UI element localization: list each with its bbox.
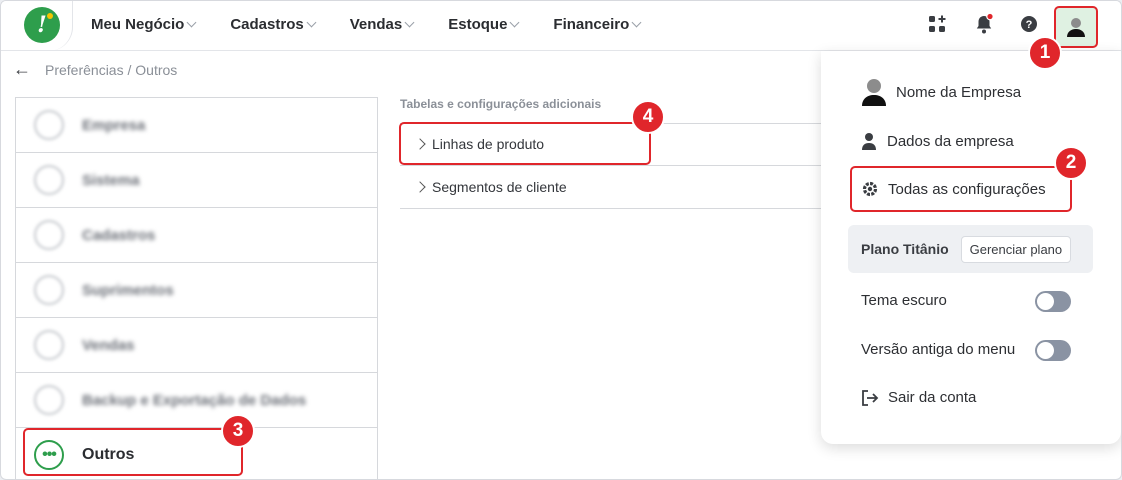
nav-label: Estoque [448, 15, 508, 33]
dark-theme-toggle[interactable] [1035, 291, 1071, 312]
menu-logout[interactable]: Sair da conta [861, 389, 976, 406]
company-avatar-icon [862, 79, 886, 106]
user-avatar-icon [1067, 18, 1085, 37]
nav-label: Cadastros [230, 15, 304, 33]
user-avatar-button[interactable] [1054, 6, 1098, 48]
step-badge: 3 [221, 414, 255, 448]
dark-theme-label: Tema escuro [861, 292, 947, 309]
sidebar-item-vendas[interactable]: Vendas [16, 318, 377, 373]
menu-label: Versão antiga do menu [861, 341, 1016, 358]
nav-vendas[interactable]: Vendas [349, 15, 415, 33]
sidebar-item-cadastros[interactable]: Cadastros [16, 208, 377, 263]
menu-label: Sair da conta [888, 389, 977, 406]
menu-label: Tema escuro [861, 292, 947, 309]
nav-estoque[interactable]: Estoque [448, 15, 520, 33]
menu-company-name[interactable]: Nome da Empresa [861, 78, 1021, 106]
step-badge: 2 [1054, 146, 1088, 180]
step-badge: 1 [1028, 36, 1062, 70]
row-label: Segmentos de cliente [432, 179, 567, 195]
help-icon[interactable]: ? [1018, 13, 1040, 35]
sidebar-item-sistema[interactable]: Sistema [16, 153, 377, 208]
plan-name: Plano Titânio [861, 241, 949, 257]
highlight-all-settings [850, 166, 1072, 212]
sidebar-item-label: Sistema [82, 171, 140, 189]
step-badge: 4 [631, 100, 665, 134]
menu-label: Dados da empresa [887, 132, 1014, 150]
sidebar-item-label: Suprimentos [82, 281, 174, 299]
sidebar-item-backup[interactable]: Backup e Exportação de Dados [16, 373, 377, 428]
sidebar-item-label: Empresa [82, 116, 146, 134]
nav-label: Financeiro [553, 15, 630, 33]
old-menu-toggle[interactable] [1035, 340, 1071, 361]
main-nav: Meu Negócio Cadastros Vendas Estoque Fin… [91, 1, 675, 47]
app-window: ! Meu Negócio Cadastros Vendas Estoque F… [0, 0, 1122, 480]
plan-box: Plano Titânio Gerenciar plano [848, 225, 1093, 273]
chevron-down-icon [186, 17, 197, 28]
chevron-down-icon [404, 17, 415, 28]
user-menu-dropdown: Nome da Empresa Dados da empresa Todas a… [821, 51, 1121, 444]
bell-icon[interactable] [973, 13, 995, 35]
manage-plan-button[interactable]: Gerenciar plano [960, 235, 1072, 263]
nav-meu-negocio[interactable]: Meu Negócio [91, 15, 197, 33]
sidebar-item-suprimentos[interactable]: Suprimentos [16, 263, 377, 318]
logout-icon [862, 389, 879, 406]
old-menu-label: Versão antiga do menu [861, 341, 1015, 358]
category-icon [34, 275, 64, 305]
menu-label: Nome da Empresa [896, 83, 1022, 101]
section-title: Tabelas e configurações adicionais [400, 97, 602, 111]
nav-label: Vendas [349, 15, 403, 33]
category-icon [34, 330, 64, 360]
breadcrumb: ← Preferências / Outros [13, 59, 177, 80]
breadcrumb-text: Preferências / Outros [45, 61, 178, 78]
app-logo[interactable]: ! [24, 7, 60, 43]
back-arrow-icon[interactable]: ← [13, 59, 31, 80]
row-segmentos-de-cliente[interactable]: Segmentos de cliente [400, 166, 830, 209]
sidebar-item-label: Cadastros [82, 226, 156, 244]
nav-financeiro[interactable]: Financeiro [553, 15, 642, 33]
top-navbar: ! Meu Negócio Cadastros Vendas Estoque F… [1, 1, 1121, 51]
highlight-linhas-de-produto [399, 122, 651, 165]
highlight-outros [23, 428, 243, 476]
sidebar-item-label: Backup e Exportação de Dados [82, 391, 307, 409]
menu-company-data[interactable]: Dados da empresa [861, 132, 1014, 150]
nav-cadastros[interactable]: Cadastros [230, 15, 317, 33]
logo-area: ! [1, 1, 73, 51]
sidebar-item-label: Vendas [82, 336, 135, 354]
chevron-down-icon [306, 17, 317, 28]
nav-label: Meu Negócio [91, 15, 185, 33]
sidebar-item-empresa[interactable]: Empresa [16, 98, 377, 153]
category-icon [34, 165, 64, 195]
svg-text:?: ? [1026, 19, 1033, 31]
category-icon [34, 220, 64, 250]
category-icon [34, 110, 64, 140]
user-icon [862, 133, 876, 150]
chevron-right-icon [414, 181, 426, 193]
chevron-down-icon [509, 17, 520, 28]
apps-icon[interactable] [926, 13, 948, 35]
chevron-down-icon [631, 17, 642, 28]
category-icon [34, 385, 64, 415]
settings-category-list: Empresa Sistema Cadastros Suprimentos Ve… [15, 97, 378, 479]
